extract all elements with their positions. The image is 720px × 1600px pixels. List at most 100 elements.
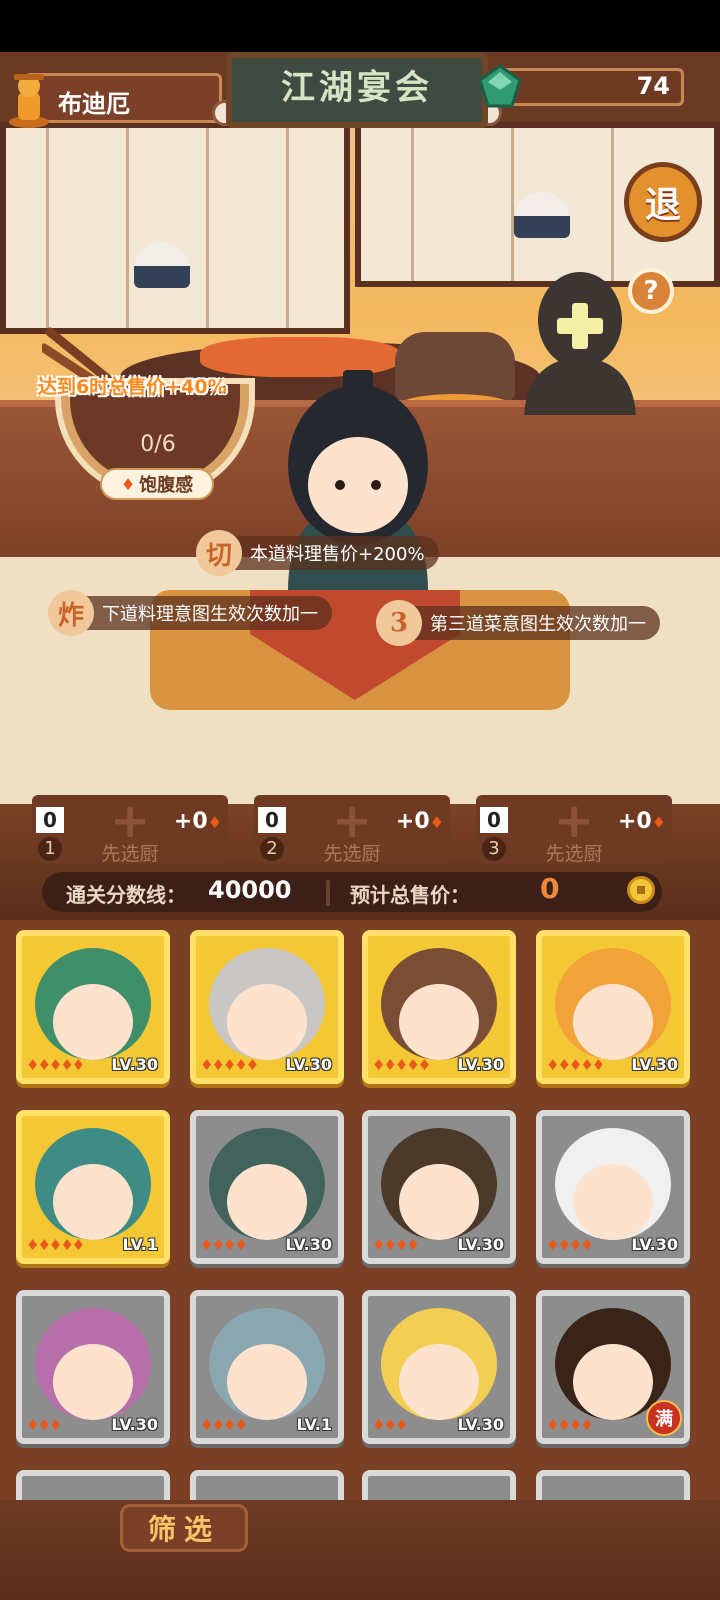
coin-icon (627, 876, 655, 904)
chef-level: LV.30 (111, 1055, 158, 1074)
exit-button[interactable]: 退 (624, 162, 702, 242)
intent-effect-3: 第三道菜意图生效次数加一 (380, 606, 660, 640)
chef-card[interactable]: ♦♦♦♦♦ LV.30 (190, 930, 344, 1084)
cut-intent-icon: 切 (196, 530, 242, 576)
intent-effect-2: 下道料理意图生效次数加一 (52, 596, 332, 630)
rarity-flames: ♦♦♦♦♦ (200, 1056, 259, 1074)
threshold-label: 通关分数线： (66, 883, 186, 907)
satiety-tag: ♦ 饱腹感 (100, 468, 214, 500)
status-bar (0, 0, 720, 52)
chef-level: LV.30 (457, 1055, 504, 1074)
flame-icon: ♦ (429, 813, 444, 832)
chef-slot-2[interactable]: + 0 +0♦ 2 先选厨 (254, 793, 450, 865)
flame-icon: ♦ (120, 474, 136, 494)
exit-label: 退 (644, 184, 681, 226)
chef-card[interactable] (362, 1470, 516, 1500)
chef-card[interactable]: ♦♦♦♦ LV.1 (190, 1290, 344, 1444)
chef-card[interactable]: ♦♦♦ LV.30 (362, 1290, 516, 1444)
rarity-flames: ♦♦♦♦ (200, 1416, 248, 1434)
rarity-flames: ♦♦♦ (26, 1416, 62, 1434)
chef-level: LV.30 (631, 1235, 678, 1254)
chef-level: LV.30 (457, 1415, 504, 1434)
filter-button[interactable]: 筛选 (120, 1504, 248, 1552)
gem-count: 74 (636, 72, 670, 100)
chef-slot-1[interactable]: + 0 +0♦ 1 先选厨 (32, 793, 228, 865)
flame-icon: ♦ (207, 813, 222, 832)
slot-count: 0 (480, 807, 508, 833)
chef-portrait (35, 1308, 151, 1420)
intent-text: 下道料理意图生效次数加一 (102, 604, 318, 625)
rarity-flames: ♦♦♦♦ (200, 1236, 248, 1254)
chef-portrait (209, 1308, 325, 1420)
estimate-value: 0 (540, 872, 560, 905)
chef-card[interactable]: ♦♦♦♦ LV.30 (190, 1110, 344, 1264)
slot-index: 2 (260, 837, 284, 861)
third-dish-intent-icon: 3 (376, 600, 422, 646)
satiety-progress: 0/6 (140, 432, 176, 457)
chef-roster: ♦♦♦♦♦ LV.30 ♦♦♦♦♦ LV.30 ♦♦♦♦♦ LV.30 ♦♦♦♦♦ LV.30… (0, 920, 720, 1500)
chef-portrait (555, 948, 671, 1060)
slot-label: 先选厨 (545, 843, 603, 865)
chef-card[interactable]: ♦♦♦♦♦ LV.1 (16, 1110, 170, 1264)
chef-level: LV.1 (296, 1415, 332, 1434)
rarity-flames: ♦♦♦♦♦ (26, 1236, 85, 1254)
chef-card[interactable]: ♦♦♦ LV.30 (16, 1290, 170, 1444)
game-screen: 布迪厄 江湖宴会 74 退 ? 达到6时总售价+40% 0/6 ♦ 饱腹感 本道… (0, 0, 720, 1600)
paper-window-left (0, 122, 350, 334)
estimate-label: 预计总售价： (350, 883, 470, 907)
chef-level: LV.30 (285, 1235, 332, 1254)
rarity-flames: ♦♦♦♦♦ (546, 1056, 605, 1074)
event-title: 江湖宴会 (281, 68, 433, 108)
satiety-goal-text: 达到6时总售价+40% (38, 376, 227, 398)
chef-level: LV.30 (111, 1415, 158, 1434)
chef-level: LV.30 (457, 1235, 504, 1254)
flame-icon: ♦ (651, 813, 666, 832)
chef-portrait (209, 1128, 325, 1240)
rarity-flames: ♦♦♦♦♦ (26, 1056, 85, 1074)
max-level-badge: 满 (646, 1400, 682, 1436)
slot-bonus: +0♦ (617, 809, 666, 834)
chef-slot-3[interactable]: + 0 +0♦ 3 先选厨 (476, 793, 672, 865)
help-button[interactable]: ? (628, 268, 674, 314)
slot-index: 3 (482, 837, 506, 861)
player-statue-icon (9, 74, 49, 128)
chef-level: LV.1 (122, 1235, 158, 1254)
divider (326, 880, 330, 906)
slot-count: 0 (36, 807, 64, 833)
chef-card[interactable]: ♦♦♦♦♦ LV.30 (536, 930, 690, 1084)
intent-text: 本道料理售价+200% (250, 544, 425, 565)
bottom-bar (0, 1500, 720, 1600)
player-name: 布迪厄 (58, 90, 130, 118)
threshold-value: 40000 (208, 876, 292, 904)
chef-portrait (381, 948, 497, 1060)
chef-card[interactable]: ♦♦♦♦ LV.30 (536, 1110, 690, 1264)
rarity-flames: ♦♦♦ (372, 1416, 408, 1434)
chef-portrait (381, 1308, 497, 1420)
slot-count: 0 (258, 807, 286, 833)
chef-card[interactable] (16, 1470, 170, 1500)
intent-text: 第三道菜意图生效次数加一 (430, 614, 646, 635)
chef-card[interactable]: ♦♦♦♦♦ LV.30 (16, 930, 170, 1084)
empty-customer-seat[interactable] (520, 265, 640, 415)
slot-label: 先选厨 (323, 843, 381, 865)
chef-level: LV.30 (631, 1055, 678, 1074)
satiety-label: 饱腹感 (139, 475, 194, 496)
rarity-flames: ♦♦♦♦ (546, 1416, 594, 1434)
rarity-flames: ♦♦♦♦ (546, 1236, 594, 1254)
rarity-flames: ♦♦♦♦♦ (372, 1056, 431, 1074)
slot-index: 1 (38, 837, 62, 861)
chef-card[interactable]: ♦♦♦♦ LV.30 (362, 1110, 516, 1264)
fry-intent-icon: 炸 (48, 590, 94, 636)
slot-label: 先选厨 (101, 843, 159, 865)
chef-portrait (209, 948, 325, 1060)
chef-card[interactable]: ♦♦♦♦♦ LV.30 (362, 930, 516, 1084)
chef-portrait (35, 1128, 151, 1240)
chef-card[interactable] (536, 1470, 690, 1500)
chef-card[interactable] (190, 1470, 344, 1500)
chef-portrait (35, 948, 151, 1060)
chef-card[interactable]: ♦♦♦♦ 满 (536, 1290, 690, 1444)
slot-bonus: +0♦ (395, 809, 444, 834)
chef-level: LV.30 (285, 1055, 332, 1074)
chef-portrait (381, 1128, 497, 1240)
jade-gem-icon (478, 64, 522, 108)
